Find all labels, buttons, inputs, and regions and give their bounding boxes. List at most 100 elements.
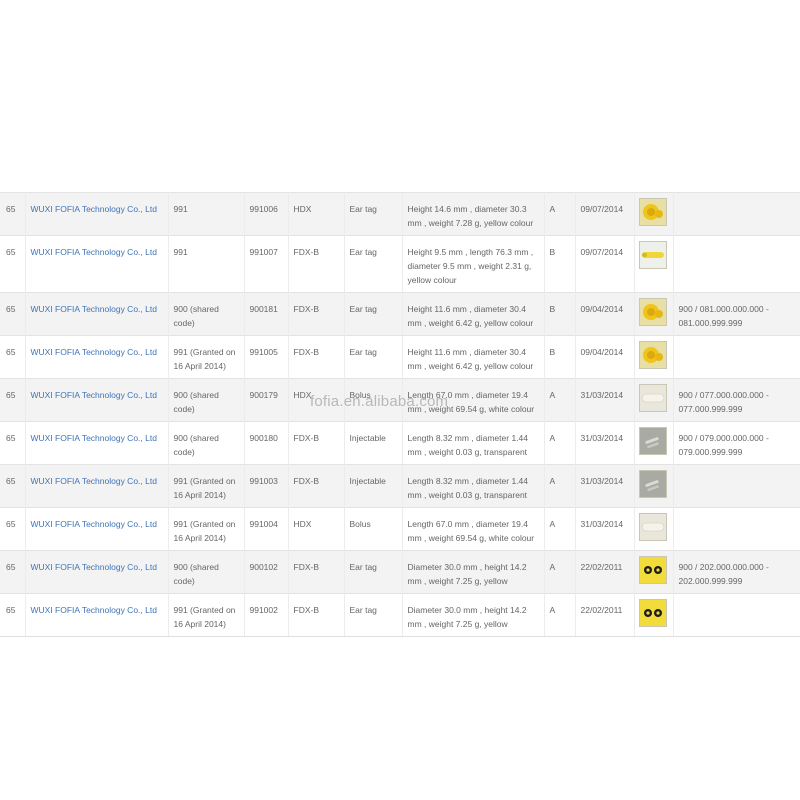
product-description: Length 8.32 mm , diameter 1.44 mm , weig…	[407, 433, 529, 457]
id-cell: 991003	[244, 464, 289, 508]
code-cell: 991 (Granted on 16 April 2014)	[168, 335, 245, 379]
product-thumbnail[interactable]	[638, 241, 667, 269]
company-link[interactable]: WUXI FOFIA Technology Co., Ltd	[31, 605, 157, 615]
member-number: 65	[6, 390, 16, 400]
class-cell: A	[544, 550, 576, 594]
image-cell	[634, 292, 674, 336]
product-thumbnail[interactable]	[638, 341, 667, 369]
member-number-cell: 65	[0, 421, 26, 465]
product-id: 991007	[249, 247, 278, 257]
code-range: 900 / 077.000.000.000 - 077.000.999.999	[678, 390, 769, 414]
product-thumbnail[interactable]	[638, 198, 667, 226]
product-thumbnail[interactable]	[638, 599, 667, 627]
manufacturer-code: 991	[173, 247, 188, 257]
code-cell: 900 (shared code)	[168, 550, 245, 594]
test-date: 31/03/2014	[580, 476, 624, 486]
table-row: 65 WUXI FOFIA Technology Co., Ltd 900 (s…	[0, 292, 800, 336]
table-row: 65 WUXI FOFIA Technology Co., Ltd 991 99…	[0, 192, 800, 236]
date-cell: 22/02/2011	[575, 593, 635, 637]
code-cell: 900 (shared code)	[168, 378, 245, 422]
range-cell: 900 / 079.000.000.000 - 079.000.999.999	[673, 421, 800, 465]
description-cell: Length 8.32 mm , diameter 1.44 mm , weig…	[402, 421, 545, 465]
member-number-cell: 65	[0, 378, 26, 422]
product-thumbnail[interactable]	[638, 298, 667, 326]
company-cell: WUXI FOFIA Technology Co., Ltd	[25, 335, 169, 379]
date-cell: 31/03/2014	[575, 464, 635, 508]
product-class: A	[549, 562, 556, 572]
test-date: 09/07/2014	[580, 204, 624, 214]
table-row: 65 WUXI FOFIA Technology Co., Ltd 991 99…	[0, 235, 800, 293]
description-cell: Length 8.32 mm , diameter 1.44 mm , weig…	[402, 464, 545, 508]
range-cell: 900 / 202.000.000.000 - 202.000.999.999	[673, 550, 800, 594]
product-id: 991002	[249, 605, 278, 615]
type-cell: Ear tag	[344, 292, 403, 336]
member-number: 65	[6, 347, 16, 357]
technology: FDX-B	[293, 433, 320, 443]
company-link[interactable]: WUXI FOFIA Technology Co., Ltd	[31, 562, 157, 572]
product-class: B	[549, 304, 556, 314]
manufacturer-code: 991 (Granted on 16 April 2014)	[173, 519, 236, 543]
description-cell: Height 11.6 mm , diameter 30.4 mm , weig…	[402, 335, 545, 379]
id-cell: 991005	[244, 335, 289, 379]
technology-cell: FDX-B	[288, 550, 345, 594]
product-thumbnail[interactable]	[638, 384, 667, 412]
image-cell	[634, 421, 674, 465]
product-type: Ear tag	[349, 347, 377, 357]
company-link[interactable]: WUXI FOFIA Technology Co., Ltd	[31, 476, 157, 486]
type-cell: Ear tag	[344, 235, 403, 293]
id-cell: 900102	[244, 550, 289, 594]
manufacturer-code: 900 (shared code)	[173, 433, 219, 457]
code-cell: 991	[168, 235, 245, 293]
product-description: Height 14.6 mm , diameter 30.3 mm , weig…	[407, 204, 534, 228]
company-link[interactable]: WUXI FOFIA Technology Co., Ltd	[31, 304, 157, 314]
company-link[interactable]: WUXI FOFIA Technology Co., Ltd	[31, 347, 157, 357]
type-cell: Ear tag	[344, 335, 403, 379]
id-cell: 991002	[244, 593, 289, 637]
technology: HDX	[293, 390, 312, 400]
image-cell	[634, 335, 674, 379]
product-description: Height 11.6 mm , diameter 30.4 mm , weig…	[407, 347, 534, 371]
yellow-button-ear-tag-icon	[639, 600, 666, 626]
product-class: A	[549, 390, 556, 400]
manufacturer-code: 991 (Granted on 16 April 2014)	[173, 347, 236, 371]
class-cell: A	[544, 507, 576, 551]
glass-injectable-icon	[639, 471, 666, 497]
product-type: Bolus	[349, 519, 371, 529]
company-link[interactable]: WUXI FOFIA Technology Co., Ltd	[31, 519, 157, 529]
description-cell: Diameter 30.0 mm , height 14.2 mm , weig…	[402, 550, 545, 594]
product-id: 900181	[249, 304, 278, 314]
type-cell: Injectable	[344, 464, 403, 508]
company-cell: WUXI FOFIA Technology Co., Ltd	[25, 593, 169, 637]
type-cell: Ear tag	[344, 550, 403, 594]
technology: FDX-B	[293, 562, 320, 572]
company-link[interactable]: WUXI FOFIA Technology Co., Ltd	[31, 247, 157, 257]
date-cell: 09/04/2014	[575, 292, 635, 336]
product-thumbnail[interactable]	[638, 513, 667, 541]
description-cell: Height 9.5 mm , length 76.3 mm , diamete…	[402, 235, 545, 293]
product-thumbnail[interactable]	[638, 427, 667, 455]
company-link[interactable]: WUXI FOFIA Technology Co., Ltd	[31, 433, 157, 443]
range-cell: 900 / 077.000.000.000 - 077.000.999.999	[673, 378, 800, 422]
company-link[interactable]: WUXI FOFIA Technology Co., Ltd	[31, 204, 157, 214]
product-class: A	[549, 204, 556, 214]
test-date: 09/04/2014	[580, 347, 624, 357]
product-thumbnail[interactable]	[638, 556, 667, 584]
product-type: Ear tag	[349, 562, 377, 572]
class-cell: A	[544, 464, 576, 508]
company-link[interactable]: WUXI FOFIA Technology Co., Ltd	[31, 390, 157, 400]
date-cell: 09/04/2014	[575, 335, 635, 379]
technology-cell: FDX-B	[288, 335, 345, 379]
test-date: 22/02/2011	[580, 562, 623, 572]
manufacturer-code: 991	[173, 204, 188, 214]
product-thumbnail[interactable]	[638, 470, 667, 498]
date-cell: 31/03/2014	[575, 507, 635, 551]
class-cell: A	[544, 192, 576, 236]
test-date: 09/07/2014	[580, 247, 624, 257]
date-cell: 31/03/2014	[575, 378, 635, 422]
manufacturer-code: 991 (Granted on 16 April 2014)	[173, 476, 236, 500]
member-number: 65	[6, 247, 16, 257]
company-cell: WUXI FOFIA Technology Co., Ltd	[25, 235, 169, 293]
product-description: Height 9.5 mm , length 76.3 mm , diamete…	[407, 247, 534, 285]
member-number: 65	[6, 304, 16, 314]
product-description: Length 67.0 mm , diameter 19.4 mm , weig…	[407, 519, 535, 543]
